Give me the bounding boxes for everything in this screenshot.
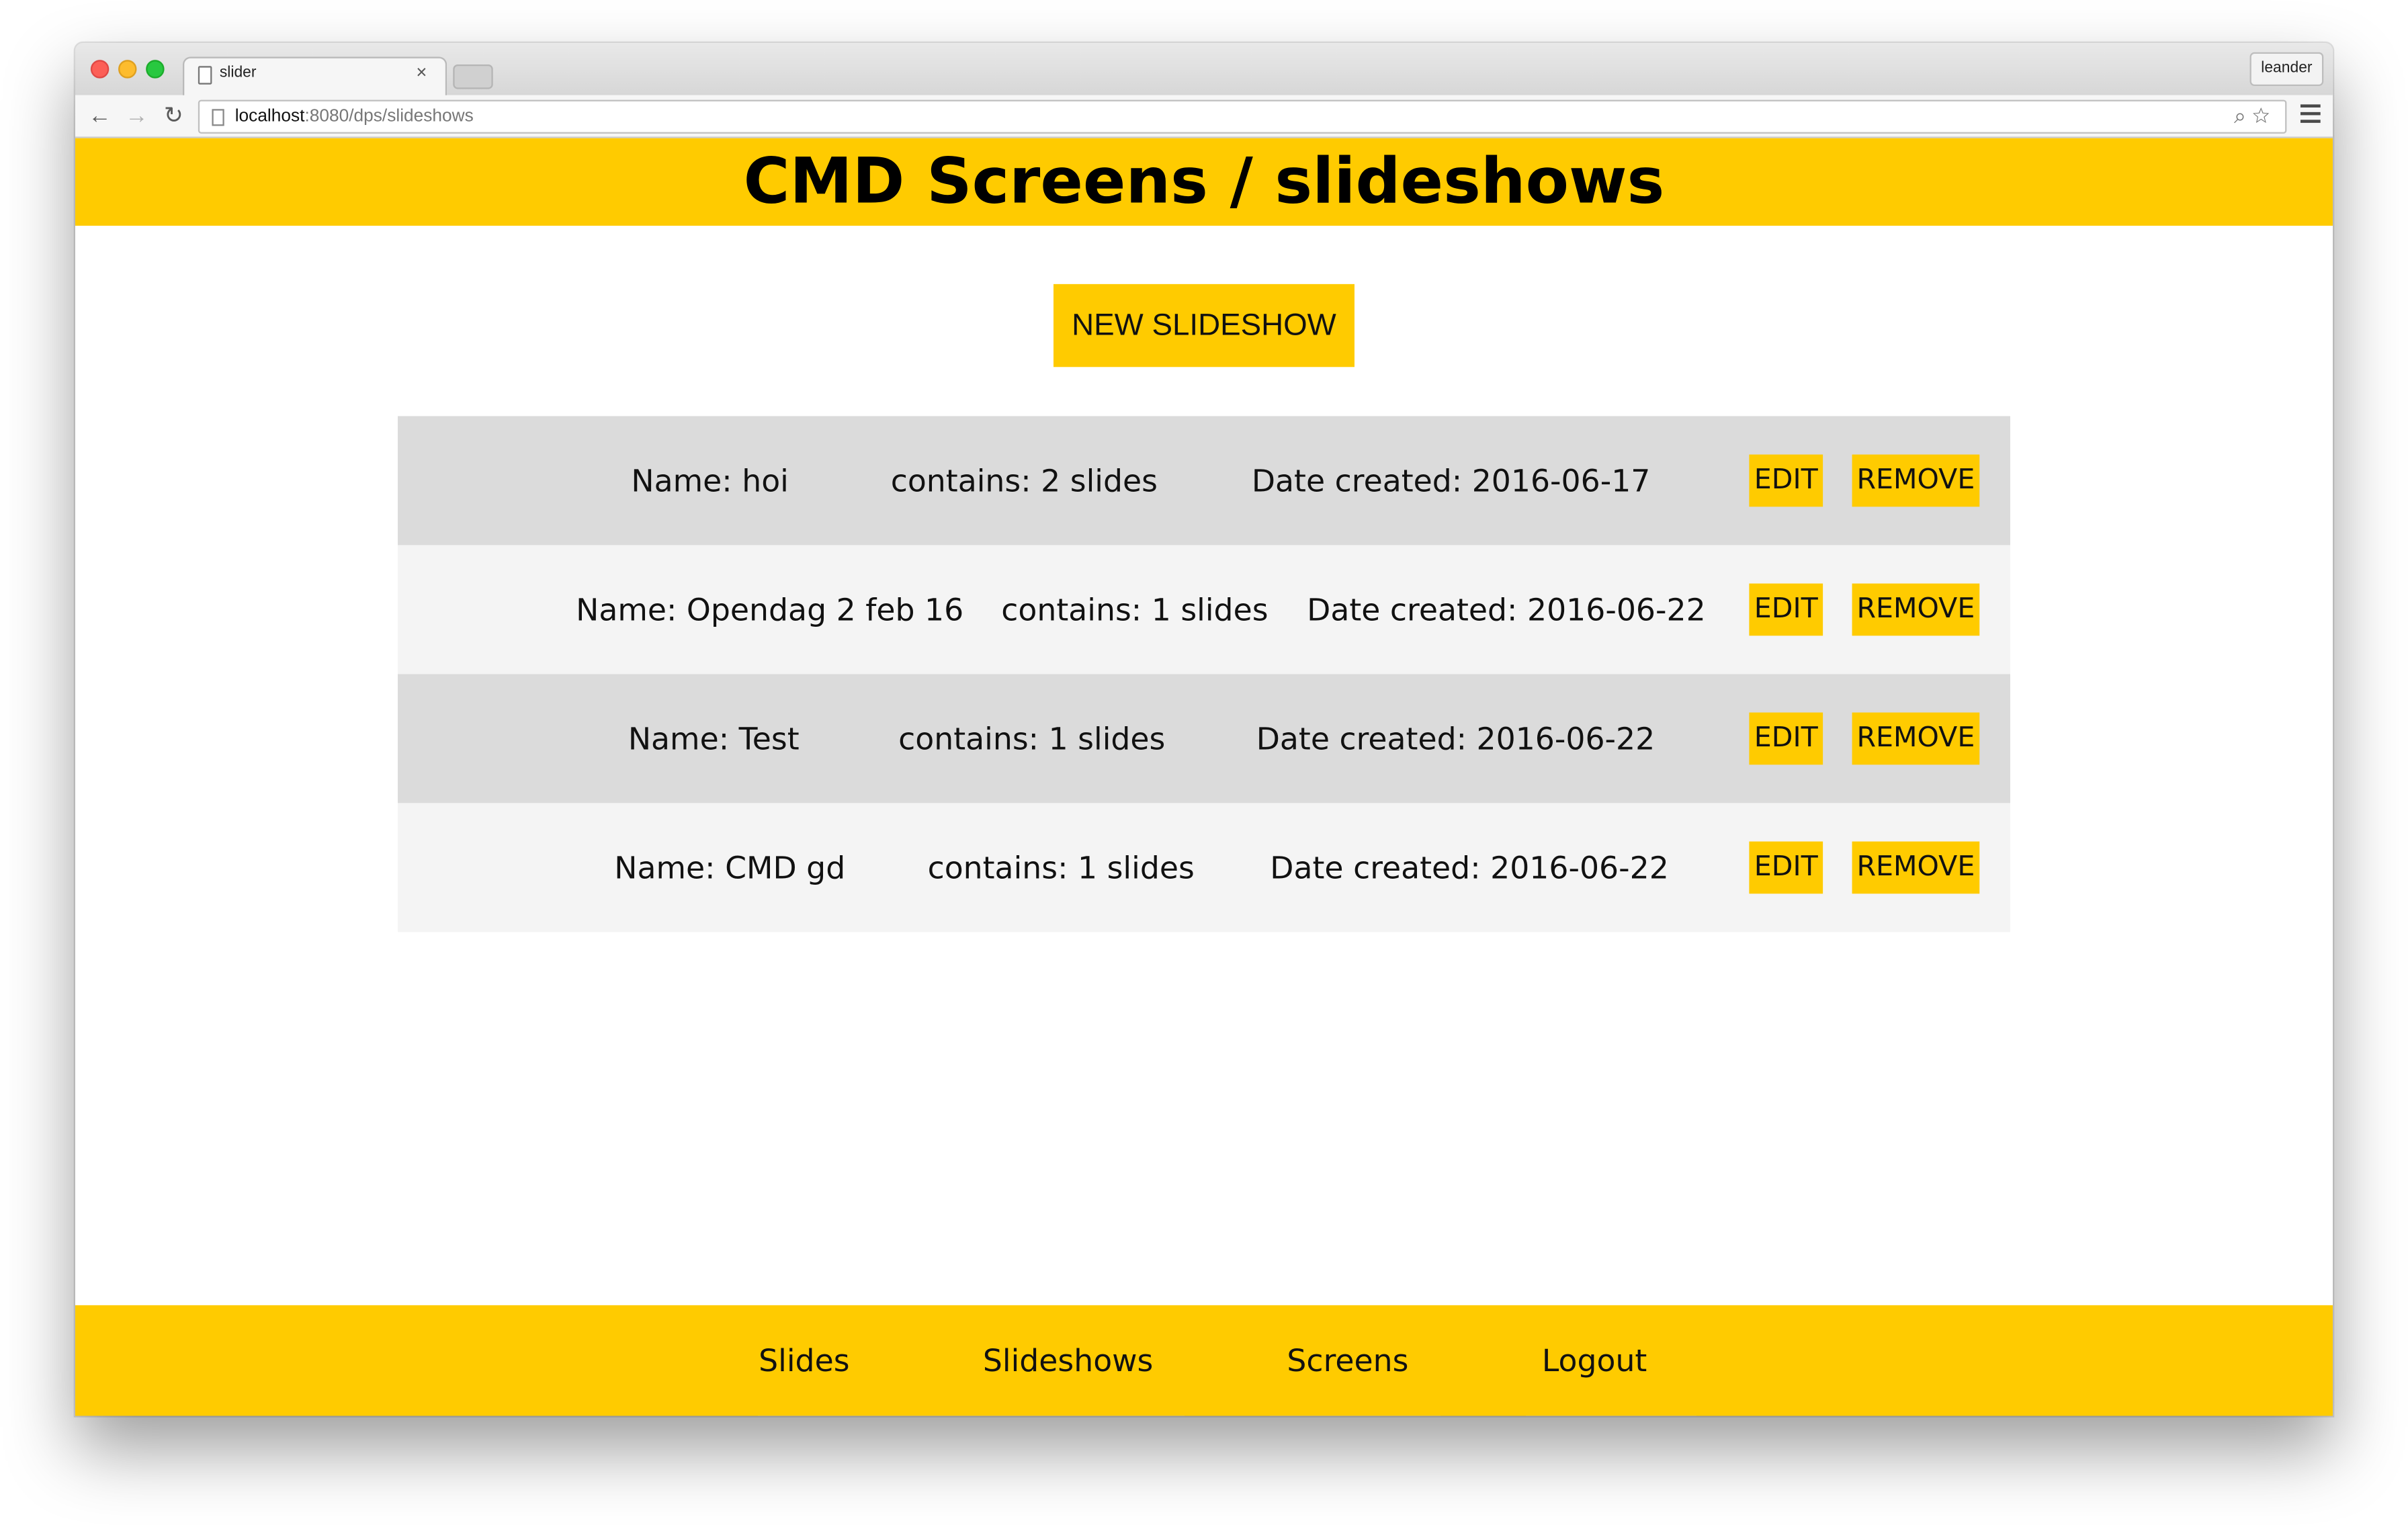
omnibox-actions: ⌕☆	[2234, 103, 2276, 129]
zoom-icon[interactable]: ⌕	[2234, 103, 2252, 128]
page-title: CMD Screens / slideshows	[743, 144, 1665, 218]
edit-button[interactable]: EDIT	[1749, 583, 1823, 636]
new-tab-button[interactable]	[453, 64, 493, 89]
url-host: localhost	[234, 107, 305, 126]
url-path: :8080/dps/slideshows	[304, 107, 474, 126]
edit-button[interactable]: EDIT	[1749, 712, 1823, 765]
remove-button[interactable]: REMOVE	[1852, 712, 1980, 765]
slideshow-name: Name: hoi	[631, 462, 789, 499]
address-bar[interactable]: localhost:8080/dps/slideshows ⌕☆	[198, 99, 2287, 134]
remove-button[interactable]: REMOVE	[1852, 841, 1980, 894]
table-row: Name: hoi contains: 2 slides Date create…	[397, 416, 2010, 546]
slideshow-count: contains: 1 slides	[927, 848, 1195, 886]
footer-link-slideshows[interactable]: Slideshows	[983, 1305, 1154, 1416]
slideshow-name: Name: Test	[628, 720, 800, 757]
star-icon[interactable]: ☆	[2252, 103, 2276, 128]
url-text[interactable]: localhost:8080/dps/slideshows	[235, 107, 474, 126]
tab-strip: slider × leander	[75, 42, 2333, 97]
slideshow-count: contains: 1 slides	[1001, 591, 1268, 628]
slideshow-list: Name: hoi contains: 2 slides Date create…	[397, 416, 2010, 932]
remove-button[interactable]: REMOVE	[1852, 454, 1980, 507]
footer-link-logout[interactable]: Logout	[1542, 1305, 1647, 1416]
slideshow-count: contains: 1 slides	[898, 720, 1166, 757]
slideshow-date: Date created: 2016-06-17	[1251, 462, 1651, 499]
new-slideshow-button[interactable]: NEW SLIDESHOW	[1053, 284, 1354, 367]
reload-icon[interactable]: ↻	[160, 103, 187, 130]
footer-link-slides[interactable]: Slides	[759, 1305, 849, 1416]
close-tab-icon[interactable]: ×	[416, 61, 427, 83]
edit-button[interactable]: EDIT	[1749, 454, 1823, 507]
slideshow-name: Name: Opendag 2 feb 16	[576, 591, 964, 628]
table-row: Name: Opendag 2 feb 16 contains: 1 slide…	[397, 545, 2010, 674]
menu-icon[interactable]	[2300, 104, 2321, 123]
minimize-window-button[interactable]	[118, 60, 137, 79]
table-row: Name: CMD gd contains: 1 slides Date cre…	[397, 803, 2010, 932]
zoom-window-button[interactable]	[146, 60, 165, 79]
page-content: CMD Screens / slideshows NEW SLIDESHOW N…	[75, 138, 2333, 1416]
footer-nav: Slides Slideshows Screens Logout	[75, 1305, 2333, 1416]
back-icon[interactable]: ←	[86, 103, 114, 130]
slideshow-date: Date created: 2016-06-22	[1270, 848, 1669, 886]
slideshow-date: Date created: 2016-06-22	[1256, 720, 1656, 757]
slideshow-name: Name: CMD gd	[614, 848, 846, 886]
close-window-button[interactable]	[90, 60, 110, 79]
tab-title: slider	[219, 64, 257, 82]
header-bar: CMD Screens / slideshows	[75, 138, 2333, 226]
document-icon	[198, 66, 212, 85]
edit-button[interactable]: EDIT	[1749, 841, 1823, 894]
browser-window: slider × leander ← → ↻ localhost:8080/dp…	[75, 42, 2333, 1416]
remove-button[interactable]: REMOVE	[1852, 583, 1980, 636]
page-icon	[212, 109, 224, 126]
slideshow-count: contains: 2 slides	[890, 462, 1158, 499]
table-row: Name: Test contains: 1 slides Date creat…	[397, 674, 2010, 803]
footer-link-screens[interactable]: Screens	[1287, 1305, 1408, 1416]
slideshow-date: Date created: 2016-06-22	[1307, 591, 1706, 628]
forward-icon[interactable]: →	[123, 103, 150, 130]
browser-toolbar: ← → ↻ localhost:8080/dps/slideshows ⌕☆	[75, 95, 2333, 138]
profile-button[interactable]: leander	[2249, 52, 2324, 86]
